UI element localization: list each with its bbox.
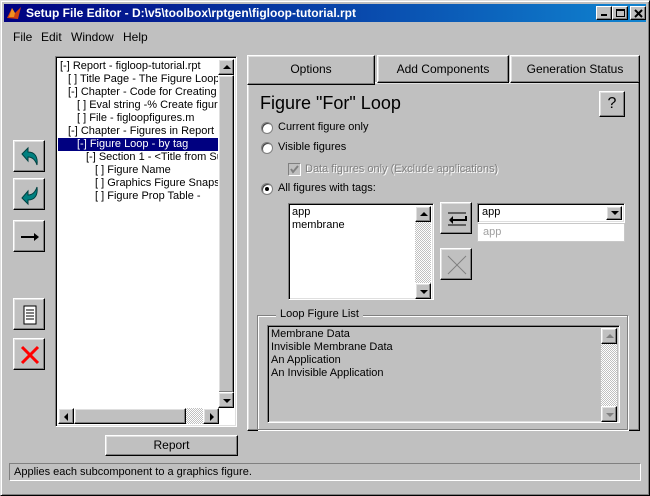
triangle-up-icon <box>420 212 428 216</box>
loop-figure-item[interactable]: An Invisible Application <box>271 367 384 380</box>
scroll-left-button[interactable] <box>58 408 74 424</box>
radio-current-figure-label: Current figure only <box>278 121 369 133</box>
demote-button[interactable] <box>13 220 45 252</box>
tag-select-value: app <box>482 206 501 218</box>
app-window: Setup File Editor - D:\v5\toolbox\rptgen… <box>0 0 650 496</box>
radio-current-figure[interactable] <box>261 122 273 134</box>
triangle-down-icon <box>223 399 231 403</box>
maximize-icon <box>616 9 625 17</box>
tree-item-selected[interactable]: [-] Figure Loop - by tag <box>58 138 219 151</box>
radio-all-figures-with-tags[interactable] <box>261 183 273 195</box>
tree-horizontal-scrollbar[interactable] <box>58 408 219 424</box>
panel-heading: Figure "For" Loop <box>260 93 401 113</box>
arrow-up-left-icon <box>21 146 38 166</box>
triangle-right-icon <box>210 413 214 421</box>
tree-item[interactable]: [ ] Title Page - The Figure Loop <box>68 73 219 86</box>
minimize-icon <box>601 14 607 16</box>
report-button[interactable]: Report <box>105 435 238 456</box>
loop-list-scrollbar[interactable] <box>601 328 617 422</box>
tree-vertical-scrollbar[interactable] <box>218 59 234 408</box>
triangle-left-icon <box>64 413 68 421</box>
add-tag-button[interactable] <box>440 202 472 234</box>
tree-item[interactable]: [ ] Eval string -% Create figure <box>77 99 219 112</box>
minimize-button[interactable] <box>596 6 612 20</box>
tree-item[interactable]: [ ] Figure Name <box>95 164 173 177</box>
scroll-up-button[interactable] <box>415 206 431 222</box>
tree-item[interactable]: [ ] Graphics Figure Snapsl <box>95 177 219 190</box>
delete-button[interactable] <box>13 338 45 370</box>
move-down-button[interactable] <box>13 178 45 210</box>
scroll-down-button[interactable] <box>218 392 234 408</box>
tab-generation-status[interactable]: Generation Status <box>510 55 640 83</box>
dropdown-button[interactable] <box>606 206 622 220</box>
checkbox-data-figures-label: Data figures only (Exclude applications) <box>305 163 499 175</box>
outline-tree[interactable]: [-] Report - figloop-tutorial.rpt [ ] Ti… <box>55 56 237 427</box>
radio-visible-figures-label: Visible figures <box>278 141 347 153</box>
tree-content: [-] Report - figloop-tutorial.rpt [ ] Ti… <box>58 59 219 408</box>
window-title: Setup File Editor - D:\v5\toolbox\rptgen… <box>26 6 356 20</box>
checkbox-data-figures-only[interactable] <box>288 163 301 176</box>
arrow-down-left-icon <box>21 186 38 206</box>
properties-button[interactable] <box>13 298 45 330</box>
matlab-logo-icon <box>7 7 21 19</box>
scroll-down-button[interactable] <box>415 283 431 299</box>
scroll-right-button[interactable] <box>203 408 219 424</box>
question-mark-icon: ? <box>607 95 617 112</box>
x-icon <box>447 255 467 275</box>
triangle-down-icon <box>606 413 614 417</box>
loop-figure-item[interactable]: Invisible Membrane Data <box>271 341 393 354</box>
close-icon <box>634 9 643 18</box>
close-button[interactable] <box>630 6 646 20</box>
tag-input[interactable]: app <box>477 223 625 242</box>
menu-edit[interactable]: Edit <box>41 30 62 44</box>
triangle-up-icon <box>606 334 614 338</box>
menu-window[interactable]: Window <box>71 30 114 44</box>
loop-figure-list-title: Loop Figure List <box>276 308 363 320</box>
tree-item[interactable]: [-] Chapter - Code for Creating F <box>68 86 219 99</box>
status-bar: Applies each subcomponent to a graphics … <box>9 463 641 481</box>
tags-listbox[interactable]: app membrane <box>288 203 434 300</box>
arrow-right-icon <box>21 233 39 241</box>
menu-help[interactable]: Help <box>123 30 148 44</box>
tag-item[interactable]: membrane <box>292 219 345 232</box>
radio-all-figures-label: All figures with tags: <box>278 182 376 194</box>
checkmark-icon <box>290 165 299 174</box>
tag-input-value: app <box>483 226 502 238</box>
scroll-down-button[interactable] <box>601 406 617 422</box>
radio-visible-figures[interactable] <box>261 142 273 154</box>
tags-scrollbar[interactable] <box>415 206 431 299</box>
tree-item[interactable]: [ ] Figure Prop Table - <box>95 190 203 203</box>
loop-figure-item[interactable]: Membrane Data <box>271 328 350 341</box>
menu-file[interactable]: File <box>13 30 32 44</box>
chevron-down-icon <box>611 211 619 215</box>
tab-add-components[interactable]: Add Components <box>377 55 509 83</box>
maximize-button[interactable] <box>612 6 628 20</box>
help-button[interactable]: ? <box>599 91 625 117</box>
triangle-up-icon <box>223 65 231 69</box>
triangle-down-icon <box>420 290 428 294</box>
tree-item[interactable]: [ ] File - figloopfigures.m <box>77 112 196 125</box>
scroll-up-button[interactable] <box>601 328 617 344</box>
tag-item[interactable]: app <box>292 206 310 219</box>
remove-tag-button[interactable] <box>440 248 472 280</box>
red-x-icon <box>20 345 40 365</box>
scroll-up-button[interactable] <box>218 59 234 75</box>
title-bar[interactable]: Setup File Editor - D:\v5\toolbox\rptgen… <box>4 4 646 22</box>
move-up-button[interactable] <box>13 140 45 172</box>
loop-figure-item[interactable]: An Application <box>271 354 341 367</box>
document-icon <box>23 305 37 325</box>
tab-options[interactable]: Options <box>247 55 375 85</box>
insert-arrow-icon <box>448 212 467 226</box>
tree-item[interactable]: [-] Report - figloop-tutorial.rpt <box>60 60 203 73</box>
tree-item[interactable]: [-] Chapter - Figures in Report <box>68 125 216 138</box>
loop-figure-listbox[interactable]: Membrane Data Invisible Membrane Data An… <box>267 325 620 423</box>
tree-item[interactable]: [-] Section 1 - <Title from Su <box>86 151 219 164</box>
tag-select[interactable]: app <box>477 203 625 223</box>
scroll-thumb-horizontal[interactable] <box>74 408 186 424</box>
scroll-thumb[interactable] <box>218 75 234 393</box>
